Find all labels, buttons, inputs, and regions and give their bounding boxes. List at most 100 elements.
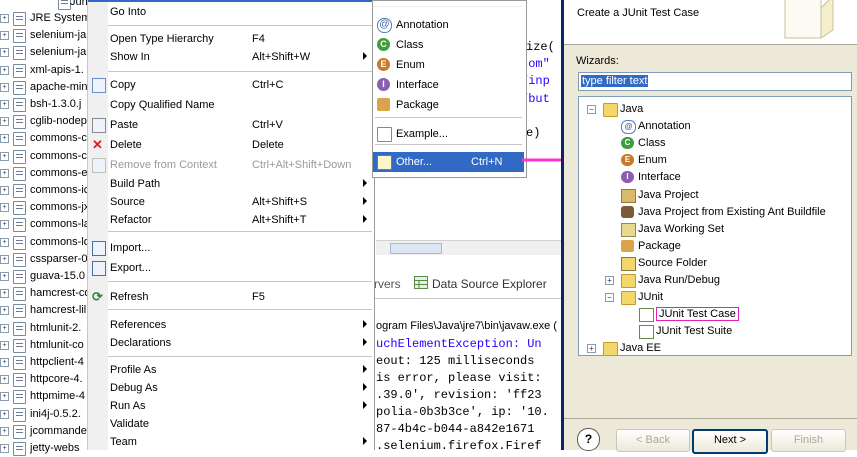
tree-item[interactable]: + apache-min bbox=[0, 79, 90, 96]
tree-item[interactable]: + jetty-webs bbox=[0, 440, 90, 457]
tree-item[interactable]: + httpcore-4. bbox=[0, 371, 90, 388]
expand-toggle[interactable]: + bbox=[0, 289, 9, 299]
wizard-tree-item[interactable]: + Java EE bbox=[579, 340, 849, 357]
menu-item-import[interactable]: Import... bbox=[88, 239, 374, 257]
wizard-tree-item[interactable]: − Java bbox=[579, 101, 849, 118]
menu-item-refresh[interactable]: ⟳ Refresh F5 bbox=[88, 288, 374, 306]
wizard-filter-input[interactable]: type filter text bbox=[578, 72, 852, 91]
expand-toggle[interactable]: + bbox=[605, 276, 614, 285]
tree-item[interactable]: + hamcrest-lil bbox=[0, 302, 90, 319]
expand-toggle[interactable]: + bbox=[0, 168, 9, 178]
expand-toggle[interactable]: + bbox=[0, 48, 9, 58]
menu-item-references[interactable]: References bbox=[88, 316, 374, 334]
menu-item-run-as[interactable]: Run As bbox=[88, 397, 374, 415]
expand-toggle[interactable]: + bbox=[0, 426, 9, 436]
expand-toggle[interactable]: + bbox=[0, 375, 9, 385]
back-button[interactable]: < Back bbox=[616, 429, 690, 452]
tree-item[interactable]: + httpmime-4 bbox=[0, 388, 90, 405]
tree-item[interactable]: + commons-e bbox=[0, 165, 90, 182]
wizard-tree[interactable]: − Java @ Annotation C Class E Enum I Interface Jav… bbox=[578, 96, 852, 357]
expand-toggle[interactable]: + bbox=[0, 14, 9, 23]
tree-item[interactable]: + commons-ic bbox=[0, 182, 90, 199]
wizard-tree-item[interactable]: @ Annotation bbox=[579, 118, 849, 135]
tree-item[interactable]: + selenium-ja bbox=[0, 27, 90, 44]
tree-item[interactable]: + bsh-1.3.0.j bbox=[0, 96, 90, 113]
expand-toggle[interactable]: − bbox=[605, 293, 614, 303]
menu-item-build-path[interactable]: Build Path bbox=[88, 175, 374, 193]
tree-item[interactable]: + ini4j-0.5.2. bbox=[0, 406, 90, 423]
menu-item-export[interactable]: Export... bbox=[88, 259, 374, 277]
expand-toggle[interactable]: + bbox=[0, 358, 9, 367]
wizard-tree-item[interactable]: Package bbox=[579, 238, 849, 255]
expand-toggle[interactable]: + bbox=[0, 444, 9, 453]
expand-toggle[interactable]: + bbox=[0, 306, 9, 316]
tree-item[interactable]: + selenium-ja bbox=[0, 44, 90, 61]
menu-item-profile-as[interactable]: Profile As bbox=[88, 361, 374, 379]
menu-item-new-highlight[interactable] bbox=[88, 0, 374, 2]
wizard-tree-item[interactable]: + Java Run/Debug bbox=[579, 272, 849, 289]
wizard-tree-item[interactable]: − JUnit bbox=[579, 289, 849, 306]
tree-item[interactable]: + JRE System bbox=[0, 10, 90, 27]
wizard-tree-item[interactable]: Java Project from Existing Ant Buildfile bbox=[579, 204, 849, 221]
tree-item[interactable]: + commons-la bbox=[0, 216, 90, 233]
expand-toggle[interactable]: + bbox=[0, 65, 9, 75]
tree-item[interactable]: + commons-jx bbox=[0, 199, 90, 216]
scroll-thumb[interactable] bbox=[390, 243, 442, 254]
expand-toggle[interactable]: + bbox=[0, 203, 9, 213]
submenu-item-interface[interactable]: I Interface bbox=[373, 75, 524, 95]
tree-item[interactable]: + xml-apis-1. bbox=[0, 62, 90, 79]
next-button[interactable]: Next > bbox=[692, 429, 768, 454]
tree-item[interactable]: + htmlunit-2. bbox=[0, 320, 90, 337]
menu-item-show-in[interactable]: Show In Alt+Shift+W bbox=[88, 48, 374, 66]
menu-item-declarations[interactable]: Declarations bbox=[88, 334, 374, 352]
menu-item-delete[interactable]: ✕ Delete Delete bbox=[88, 136, 374, 154]
tree-item[interactable]: + cglib-nodep bbox=[0, 113, 90, 130]
menu-item-remove-from-context[interactable]: Remove from Context Ctrl+Alt+Shift+Down bbox=[88, 156, 374, 174]
horizontal-scrollbar[interactable] bbox=[376, 240, 561, 255]
expand-toggle[interactable]: + bbox=[0, 323, 9, 333]
wizard-tree-item[interactable]: Java Working Set bbox=[579, 221, 849, 238]
wizard-tree-item[interactable]: I Interface bbox=[579, 169, 849, 186]
menu-item-open-type-hierarchy[interactable]: Open Type Hierarchy F4 bbox=[88, 30, 374, 48]
tab-servers[interactable]: rvers bbox=[374, 277, 401, 291]
menu-item-team[interactable]: Team bbox=[88, 433, 374, 451]
tree-item[interactable]: + commons-c bbox=[0, 130, 90, 147]
expand-toggle[interactable]: + bbox=[0, 117, 9, 127]
expand-toggle[interactable]: + bbox=[0, 392, 9, 402]
help-button[interactable]: ? bbox=[577, 428, 600, 451]
menu-item-refactor[interactable]: Refactor Alt+Shift+T bbox=[88, 211, 374, 229]
submenu-item-package[interactable]: Package bbox=[373, 95, 524, 115]
submenu-item-enum[interactable]: E Enum bbox=[373, 55, 524, 75]
expand-toggle[interactable]: − bbox=[587, 105, 596, 114]
expand-toggle[interactable]: + bbox=[0, 220, 9, 230]
tree-item[interactable]: + commons-lo bbox=[0, 234, 90, 251]
expand-toggle[interactable]: + bbox=[0, 82, 9, 92]
tab-data-source-explorer[interactable]: Data Source Explorer bbox=[432, 277, 547, 291]
wizard-tree-item[interactable]: E Enum bbox=[579, 152, 849, 169]
menu-item-debug-as[interactable]: Debug As bbox=[88, 379, 374, 397]
wizard-tree-item[interactable]: Source Folder bbox=[579, 255, 849, 272]
submenu-item-example[interactable]: Example... bbox=[373, 124, 524, 144]
wizard-tree-item[interactable]: C Class bbox=[579, 135, 849, 152]
expand-toggle[interactable]: + bbox=[0, 186, 9, 195]
expand-toggle[interactable]: + bbox=[0, 100, 9, 109]
expand-toggle[interactable]: + bbox=[0, 272, 9, 281]
tree-item[interactable]: + htmlunit-co bbox=[0, 337, 90, 354]
tree-item[interactable]: + httpclient-4 bbox=[0, 354, 90, 371]
expand-toggle[interactable]: + bbox=[0, 151, 9, 161]
expand-toggle[interactable]: + bbox=[0, 409, 9, 419]
submenu-item-annotation[interactable]: @ Annotation bbox=[373, 15, 524, 35]
menu-item-copy-qualified-name[interactable]: Copy Qualified Name bbox=[88, 96, 374, 114]
wizard-tree-item[interactable]: JUnit Test Case bbox=[579, 306, 849, 323]
expand-toggle[interactable]: + bbox=[587, 344, 596, 354]
wizard-tree-item[interactable]: JUnit Test Suite bbox=[579, 323, 849, 340]
expand-toggle[interactable]: + bbox=[0, 134, 9, 144]
expand-toggle[interactable]: + bbox=[0, 340, 9, 350]
submenu-item-other[interactable]: Other... Ctrl+N bbox=[373, 152, 524, 172]
menu-item-source[interactable]: Source Alt+Shift+S bbox=[88, 193, 374, 211]
expand-toggle[interactable]: + bbox=[0, 254, 9, 264]
tree-item[interactable]: + cssparser-0 bbox=[0, 251, 90, 268]
tree-item[interactable]: + commons-c bbox=[0, 148, 90, 165]
expand-toggle[interactable]: + bbox=[0, 31, 9, 41]
wizard-tree-item[interactable]: Java Project bbox=[579, 187, 849, 204]
